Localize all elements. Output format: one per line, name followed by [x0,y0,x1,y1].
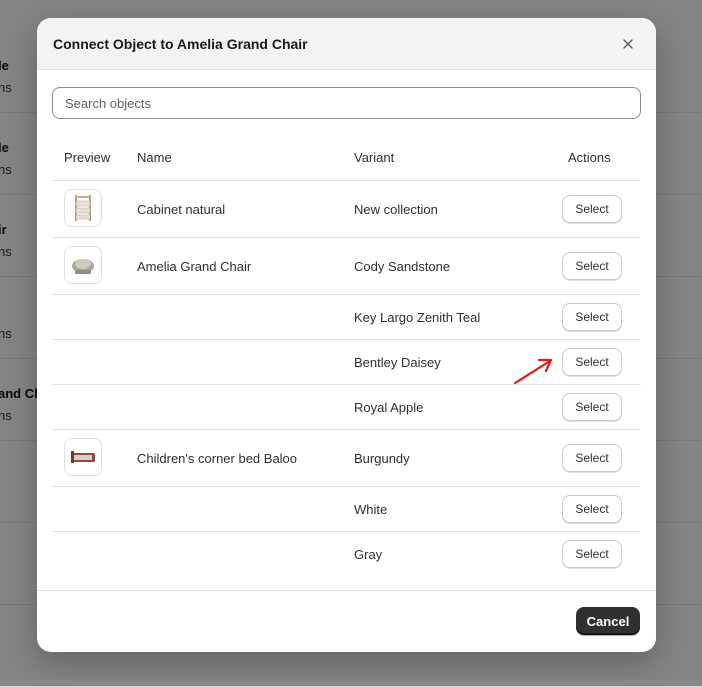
variant-name: White [354,502,388,517]
table-row: Amelia Grand Chair Cody Sandstone Select [52,238,641,295]
annotation-arrow-icon [513,358,553,385]
select-button[interactable]: Select [562,495,622,523]
cancel-button[interactable]: Cancel [576,607,640,635]
column-header-name: Name [137,150,172,165]
variant-name: Burgundy [354,451,410,466]
search-wrapper [52,87,641,119]
column-header-actions: Actions [568,150,611,165]
variant-name: Cody Sandstone [354,259,451,274]
table-header: Preview Name Variant Actions [52,132,641,181]
cabinet-thumbnail [64,189,102,227]
object-name: Amelia Grand Chair [137,259,252,274]
chair-thumbnail [64,246,102,284]
table-row: White Select [52,487,641,532]
table-row: Cabinet natural New collection Select [52,181,641,238]
select-button[interactable]: Select [562,348,622,376]
object-name: Children's corner bed Baloo [137,451,298,466]
variant-name: New collection [354,202,438,217]
modal-title: Connect Object to Amelia Grand Chair [53,35,308,52]
table-row: Key Largo Zenith Teal Select [52,295,641,340]
bed-thumbnail [64,438,102,476]
select-button[interactable]: Select [562,303,622,331]
variant-name: Royal Apple [354,400,424,415]
select-button[interactable]: Select [562,540,622,568]
variant-name: Gray [354,547,383,562]
variant-name: Key Largo Zenith Teal [354,310,481,325]
table-row: Royal Apple Select [52,385,641,430]
search-input[interactable] [52,87,641,119]
close-icon [623,39,633,49]
objects-table: Preview Name Variant Actions Cabinet nat… [52,132,641,576]
select-button[interactable]: Select [562,444,622,472]
connect-object-modal: Connect Object to Amelia Grand Chair Pre… [37,18,656,652]
column-header-preview: Preview [64,150,111,165]
variant-name: Bentley Daisey [354,355,441,370]
modal-footer: Cancel [37,590,656,652]
select-button[interactable]: Select [562,252,622,280]
table-row: Children's corner bed Baloo Burgundy Sel… [52,430,641,487]
table-row: Gray Select [52,532,641,576]
select-button[interactable]: Select [562,393,622,421]
column-header-variant: Variant [354,150,395,165]
object-name: Cabinet natural [137,202,226,217]
select-button[interactable]: Select [562,195,622,223]
modal-header: Connect Object to Amelia Grand Chair [37,18,656,70]
close-button[interactable] [618,34,638,54]
